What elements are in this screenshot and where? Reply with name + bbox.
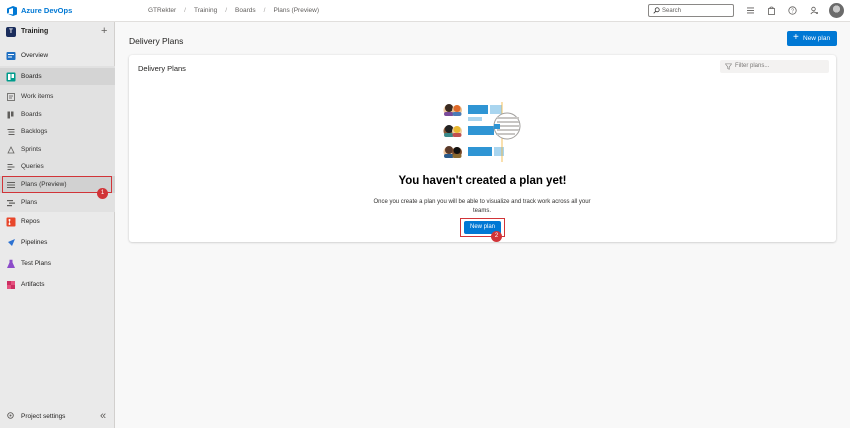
sidebar-item-overview[interactable]: Overview xyxy=(0,47,115,64)
queries-icon xyxy=(7,163,15,170)
breadcrumb: GTRekter / Training / Boards / Plans (Pr… xyxy=(148,7,319,14)
project-header[interactable]: T Training + xyxy=(0,22,115,43)
artifacts-icon xyxy=(7,280,15,289)
filter-placeholder: Filter plans... xyxy=(735,63,770,69)
test-plans-icon xyxy=(7,259,15,268)
top-bar: Azure DevOps GTRekter / Training / Board… xyxy=(0,0,850,22)
breadcrumb-separator: / xyxy=(263,7,266,14)
page-title: Delivery Plans xyxy=(129,36,184,46)
work-items-icon xyxy=(7,92,15,101)
breadcrumb-org[interactable]: GTRekter xyxy=(148,7,176,14)
svg-text:?: ? xyxy=(791,8,794,14)
boards-icon xyxy=(6,72,16,81)
search-icon xyxy=(653,7,660,14)
card-title: Delivery Plans xyxy=(138,64,186,73)
sidebar-item-label: Plans xyxy=(21,199,38,206)
sidebar-item-label: Repos xyxy=(21,218,40,225)
sidebar-item-queries[interactable]: Queries xyxy=(0,158,115,175)
breadcrumb-page[interactable]: Plans (Preview) xyxy=(273,7,319,14)
overview-icon xyxy=(6,51,16,60)
search-placeholder: Search xyxy=(662,7,682,14)
step-badge-2: 2 xyxy=(491,231,502,242)
brand-name[interactable]: Azure DevOps xyxy=(21,6,72,15)
breadcrumb-project[interactable]: Training xyxy=(194,7,217,14)
empty-state-description: Once you create a plan you will be able … xyxy=(373,199,591,214)
backlogs-icon xyxy=(7,128,15,135)
search-input[interactable]: Search xyxy=(648,4,734,17)
delivery-plans-card: Delivery Plans Filter plans... You haven… xyxy=(129,55,836,242)
shopping-bag-icon[interactable] xyxy=(767,6,776,15)
board-icon xyxy=(7,111,14,118)
filter-plans-input[interactable]: Filter plans... xyxy=(720,60,829,73)
gear-icon xyxy=(7,412,14,419)
pipelines-icon xyxy=(7,238,15,247)
sidebar-item-boards-board[interactable]: Boards xyxy=(0,106,115,123)
breadcrumb-hub[interactable]: Boards xyxy=(235,7,256,14)
user-avatar[interactable] xyxy=(829,3,844,18)
help-icon[interactable]: ? xyxy=(788,6,797,15)
sidebar-item-test-plans[interactable]: Test Plans xyxy=(0,255,115,272)
sprints-icon xyxy=(7,145,15,153)
sidebar-item-label: Boards xyxy=(21,111,42,118)
list-icon[interactable] xyxy=(746,6,755,15)
sidebar-item-sprints[interactable]: Sprints xyxy=(0,141,115,158)
breadcrumb-separator: / xyxy=(184,7,186,14)
sidebar: T Training + Overview Boards Work items … xyxy=(0,22,115,428)
person-icon xyxy=(443,104,462,116)
highlight-plans-preview xyxy=(2,176,112,193)
breadcrumb-separator: / xyxy=(225,7,228,14)
main-content: Delivery Plans + New plan Delivery Plans… xyxy=(116,22,850,428)
sidebar-item-label: Queries xyxy=(21,163,44,170)
sidebar-item-boards[interactable]: Boards xyxy=(0,68,115,85)
sidebar-item-work-items[interactable]: Work items xyxy=(0,88,115,105)
sidebar-item-label: Work items xyxy=(21,93,54,100)
user-settings-icon[interactable] xyxy=(810,6,819,15)
sidebar-item-label: Artifacts xyxy=(21,281,45,288)
person-icon xyxy=(443,125,462,137)
sidebar-item-label: Overview xyxy=(21,52,49,59)
new-plan-button-label: New plan xyxy=(803,35,831,42)
sidebar-item-label: Pipelines xyxy=(21,239,48,246)
sidebar-item-label: Backlogs xyxy=(21,128,48,135)
sidebar-item-project-settings[interactable]: Project settings « xyxy=(0,406,115,426)
project-name: Training xyxy=(21,28,49,35)
add-icon[interactable]: + xyxy=(101,25,107,37)
collapse-sidebar-icon[interactable]: « xyxy=(100,410,106,422)
sidebar-item-label: Boards xyxy=(21,73,42,80)
sidebar-item-pipelines[interactable]: Pipelines xyxy=(0,234,115,251)
sidebar-item-label: Sprints xyxy=(21,146,42,153)
sidebar-item-repos[interactable]: Repos xyxy=(0,213,115,230)
delivery-plans-illustration xyxy=(443,102,521,162)
empty-state-title: You haven't created a plan yet! xyxy=(398,175,567,187)
new-plan-button[interactable]: + New plan xyxy=(787,31,837,46)
step-badge-1: 1 xyxy=(97,188,108,199)
project-avatar: T xyxy=(6,27,16,37)
sidebar-item-backlogs[interactable]: Backlogs xyxy=(0,123,115,140)
plans-icon xyxy=(7,199,15,206)
sidebar-item-label: Test Plans xyxy=(21,260,51,267)
filter-icon xyxy=(725,63,732,70)
repos-icon xyxy=(6,217,16,226)
person-icon xyxy=(443,146,462,158)
plus-icon: + xyxy=(793,32,799,43)
sidebar-item-label: Project settings xyxy=(21,413,66,420)
sidebar-item-artifacts[interactable]: Artifacts xyxy=(0,276,115,293)
azure-devops-logo-icon[interactable] xyxy=(6,5,18,17)
